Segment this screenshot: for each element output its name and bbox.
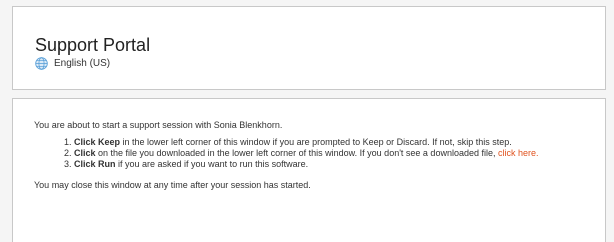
step-bold: Click Run bbox=[74, 159, 116, 169]
header-panel: Support Portal English (US) bbox=[12, 6, 606, 90]
globe-icon bbox=[35, 57, 48, 70]
session-instructions: You are about to start a support session… bbox=[34, 120, 591, 191]
closing-text: You may close this window at any time af… bbox=[34, 180, 311, 190]
step-bold: Click bbox=[74, 148, 96, 158]
page-title: Support Portal bbox=[35, 35, 151, 55]
step-text: in the lower left corner of this window … bbox=[120, 137, 512, 147]
step-text-after: . bbox=[536, 148, 539, 158]
step-item: Click Keep in the lower left corner of t… bbox=[74, 137, 591, 148]
click-here-link[interactable]: click here bbox=[498, 148, 536, 158]
step-bold: Click Keep bbox=[74, 137, 121, 147]
step-text: on the file you downloaded in the lower … bbox=[95, 148, 498, 158]
step-item: Click Run if you are asked if you want t… bbox=[74, 159, 591, 170]
step-item: Click on the file you downloaded in the … bbox=[74, 148, 591, 159]
language-label: English (US) bbox=[54, 58, 111, 69]
language-selector[interactable]: English (US) bbox=[35, 57, 110, 70]
intro-text: You are about to start a support session… bbox=[34, 120, 283, 130]
step-text: if you are asked if you want to run this… bbox=[115, 159, 309, 169]
steps-list: Click Keep in the lower left corner of t… bbox=[34, 137, 591, 170]
session-panel: You are about to start a support session… bbox=[12, 98, 606, 242]
